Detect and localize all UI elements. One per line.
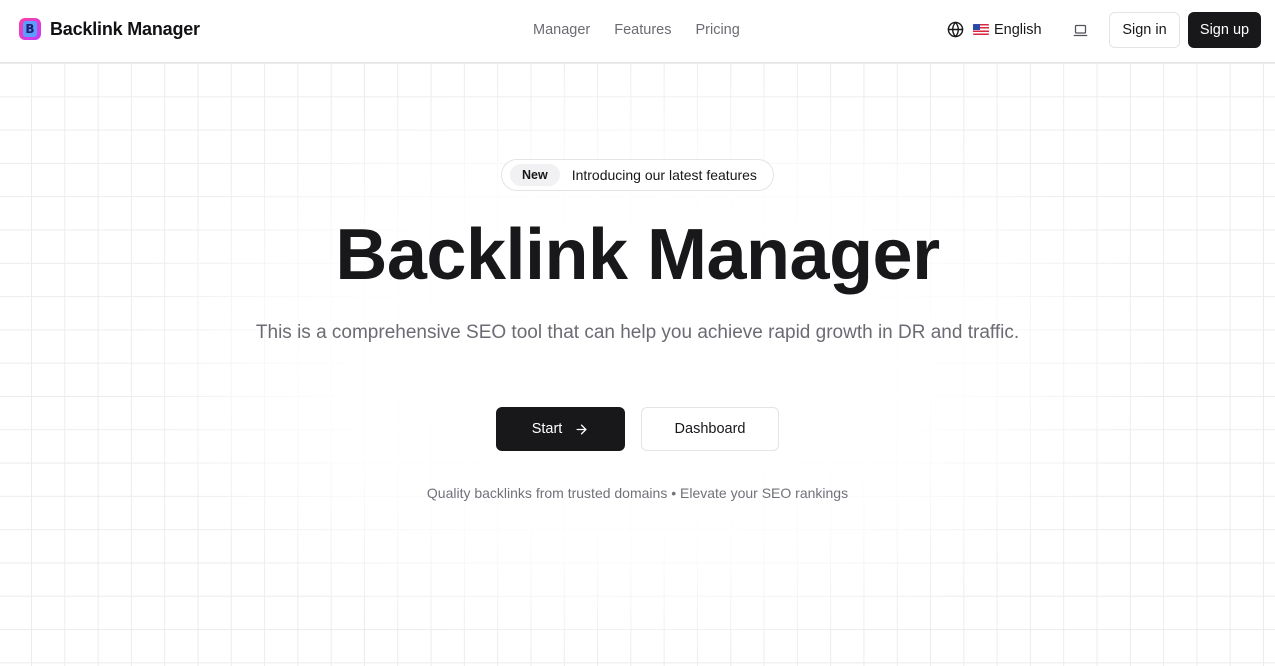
sign-up-button[interactable]: Sign up [1188, 12, 1261, 48]
language-selector[interactable]: English [947, 21, 1042, 38]
hero-tagline: Quality backlinks from trusted domains •… [426, 485, 849, 501]
theme-toggle-button[interactable] [1073, 23, 1088, 43]
laptop-icon [1073, 24, 1088, 37]
arrow-right-icon [576, 424, 587, 434]
hero-section: New Introducing our latest features Back… [0, 63, 1275, 666]
announcement-text: Introducing our latest features [571, 167, 757, 183]
new-badge: New [510, 164, 560, 186]
nav-link-pricing[interactable]: Pricing [695, 21, 739, 39]
start-button-label: Start [531, 421, 563, 437]
brand-name: Backlink Manager [50, 18, 200, 39]
brand-link[interactable]: B Backlink Manager [19, 18, 200, 40]
nav-link-features[interactable]: Features [614, 21, 671, 39]
dashboard-button[interactable]: Dashboard [641, 407, 779, 451]
brand-logo-icon: B [19, 18, 41, 40]
sign-in-button[interactable]: Sign in [1109, 12, 1180, 48]
hero-subtitle: This is a comprehensive SEO tool that ca… [255, 322, 1020, 343]
main-nav: Manager Features Pricing [533, 21, 764, 39]
hero-title: Backlink Manager [335, 215, 940, 295]
top-navbar: B Backlink Manager Manager Features Pric… [0, 0, 1275, 63]
language-label: English [994, 21, 1042, 38]
start-button[interactable]: Start [496, 407, 625, 451]
announcement-pill[interactable]: New Introducing our latest features [501, 159, 774, 191]
us-flag-icon [973, 24, 989, 35]
nav-link-manager[interactable]: Manager [533, 21, 590, 39]
globe-icon [947, 21, 964, 38]
